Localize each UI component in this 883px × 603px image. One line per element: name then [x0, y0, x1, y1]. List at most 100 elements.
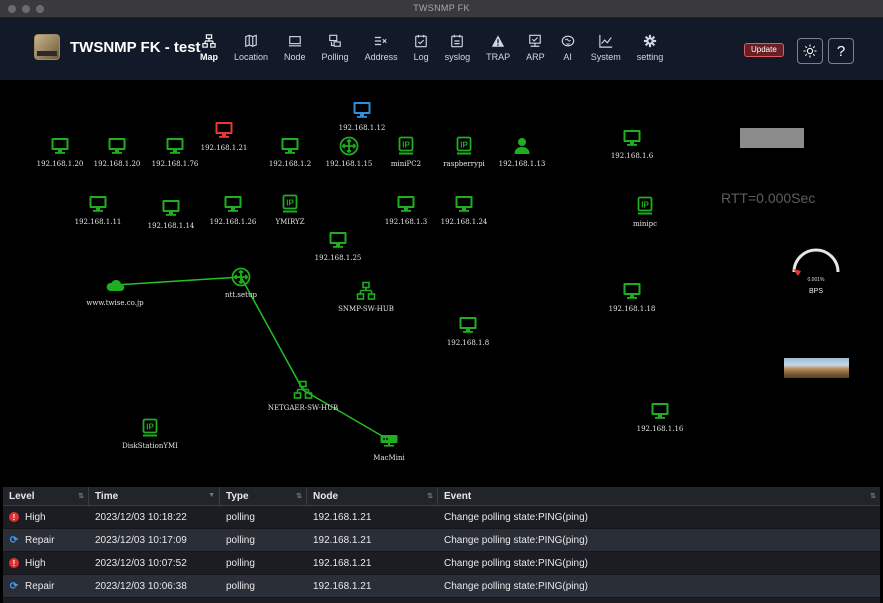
cell-type: polling: [226, 534, 255, 546]
map-node-label: 192.168.1.24: [440, 218, 488, 226]
arp-icon: [528, 32, 542, 50]
menu-setting[interactable]: setting: [629, 32, 672, 66]
menu-label: Node: [284, 52, 306, 62]
col-event-header[interactable]: Event ⇅: [438, 487, 880, 505]
map-node[interactable]: NETGAER-SW-HUB: [258, 380, 348, 412]
cell-node: 192.168.1.21: [313, 534, 372, 546]
alert-icon: !: [9, 512, 19, 522]
repair-icon: ⟳: [9, 534, 19, 546]
gear-icon: [643, 32, 657, 50]
menu-log[interactable]: Log: [406, 32, 437, 66]
map-node[interactable]: MacMini: [344, 430, 434, 462]
menu-arp[interactable]: ARP: [518, 32, 553, 66]
map-node[interactable]: 192.168.1.8: [423, 315, 513, 347]
brand: TWSNMP FK - test: [34, 34, 201, 60]
pc-icon: [396, 194, 416, 214]
map-node[interactable]: SNMP-SW-HUB: [321, 281, 411, 313]
map-node-label: ntt.setup: [225, 291, 257, 299]
menu-address[interactable]: Address: [357, 32, 406, 66]
menu-label: Log: [413, 52, 429, 62]
map-node[interactable]: ntt.setup: [196, 267, 286, 299]
menu-label: ARP: [526, 52, 545, 62]
menu-label: TRAP: [486, 52, 511, 62]
pc-icon: [280, 136, 300, 156]
map-node[interactable]: IP minipc: [600, 196, 690, 228]
cell-type: polling: [226, 557, 255, 569]
gauge-arc: [792, 248, 840, 273]
menu-label: System: [590, 52, 621, 62]
update-button[interactable]: Update: [744, 43, 784, 57]
map-node[interactable]: IP DiskStationYMI: [105, 418, 195, 450]
col-type-header[interactable]: Type ⇅: [220, 487, 307, 505]
menu-system[interactable]: System: [583, 32, 629, 66]
cell-event: Change polling state:PING(ping): [444, 511, 588, 523]
map-node[interactable]: 192.168.1.24: [419, 194, 509, 226]
map-node[interactable]: 192.168.1.12: [317, 100, 407, 132]
table-row[interactable]: ! High 2023/12/03 10:18:22 polling 192.168.1…: [3, 506, 880, 529]
ip-icon: IP: [454, 136, 474, 156]
rtt-readout: RTT=0.000Sec: [721, 190, 816, 206]
map-node[interactable]: 192.168.1.13: [477, 136, 567, 168]
col-node-header[interactable]: Node ⇅: [307, 487, 438, 505]
map-gray-box: [740, 128, 804, 148]
map-node[interactable]: IP YMIRYZ: [245, 194, 335, 226]
menu-label: Map: [200, 52, 218, 62]
map-node-label: minipc: [632, 220, 658, 228]
bps-gauge-label: BPS: [808, 288, 823, 295]
ip-icon: IP: [396, 136, 416, 156]
map-node[interactable]: www.twise.co.jp: [70, 275, 160, 307]
menu-location[interactable]: Location: [226, 32, 276, 66]
sort-icon: ⇅: [427, 493, 433, 500]
pc-icon: [161, 198, 181, 218]
menu-label: Location: [234, 52, 269, 62]
menu-node[interactable]: Node: [276, 32, 314, 66]
app-logo: [34, 34, 60, 60]
gauge-needle: [793, 269, 801, 276]
router-icon: [231, 267, 251, 287]
col-time-header[interactable]: Time ▼: [89, 487, 220, 505]
svg-text:IP: IP: [641, 201, 649, 210]
map-node[interactable]: 192.168.1.25: [293, 230, 383, 262]
network-map[interactable]: 192.168.1.20 192.168.1.20 192.168.1.76 192.…: [0, 80, 883, 487]
map-node-label: NETGAER-SW-HUB: [267, 404, 339, 412]
server-icon: [379, 430, 399, 450]
map-node[interactable]: 192.168.1.18: [587, 281, 677, 313]
menu-syslog[interactable]: syslog: [437, 32, 479, 66]
menu-map[interactable]: Map: [192, 32, 226, 66]
sort-desc-icon: ▼: [208, 492, 215, 499]
menu-ai[interactable]: AI: [553, 32, 583, 66]
map-node-label: DiskStationYMI: [122, 442, 178, 450]
table-row[interactable]: ! High 2023/12/03 10:07:52 polling 192.168.1…: [3, 552, 880, 575]
pc-icon: [622, 128, 642, 148]
map-node[interactable]: 192.168.1.6: [587, 128, 677, 160]
col-level-header[interactable]: Level ⇅: [3, 487, 89, 505]
cell-level: ⟳ Repair: [9, 534, 55, 546]
ip-icon: IP: [140, 418, 160, 438]
pc-icon: [88, 194, 108, 214]
pc-icon: [50, 136, 70, 156]
sort-icon: ⇅: [78, 493, 84, 500]
menu-polling[interactable]: Polling: [314, 32, 357, 66]
menu-trap[interactable]: TRAP: [478, 32, 518, 66]
log-icon: [414, 32, 428, 50]
menu-label: Address: [364, 52, 398, 62]
app-title: TWSNMP FK - test: [70, 38, 201, 56]
help-button[interactable]: ?: [828, 38, 854, 64]
polling-icon: [328, 32, 342, 50]
router-icon: [339, 136, 359, 156]
map-node-label: 192.168.1.76: [151, 160, 199, 168]
table-row[interactable]: ⟳ Repair 2023/12/03 10:17:09 polling 192.168…: [3, 529, 880, 552]
cell-time: 2023/12/03 10:06:38: [95, 580, 187, 592]
repair-icon: ⟳: [9, 580, 19, 592]
system-icon: [598, 32, 613, 50]
sort-icon: ⇅: [870, 493, 876, 500]
event-log-header: Level ⇅ Time ▼ Type ⇅ Node ⇅ Event ⇅: [3, 487, 880, 506]
map-node[interactable]: 192.168.1.16: [615, 401, 705, 433]
ip-icon: IP: [635, 196, 655, 216]
theme-toggle-button[interactable]: [797, 38, 823, 64]
window-title: TWSNMP FK: [413, 3, 470, 13]
table-row[interactable]: ⟳ Repair 2023/12/03 10:06:38 polling 192.168…: [3, 575, 880, 598]
map-node-label: 192.168.1.8: [446, 339, 490, 347]
user-icon: [512, 136, 532, 156]
pc-icon: [328, 230, 348, 250]
